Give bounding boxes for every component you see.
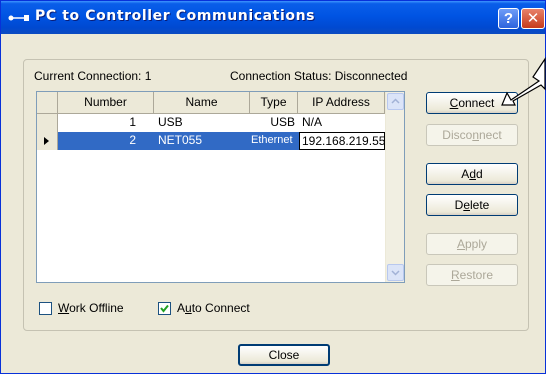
connections-table: Number Name Type IP Address 1 USB USB N/…: [36, 91, 405, 283]
help-button[interactable]: ?: [498, 8, 519, 29]
apply-button[interactable]: Apply: [426, 233, 518, 255]
title-bar[interactable]: PC to Controller Communications ? ✕: [1, 1, 545, 34]
cell-ip-address: N/A: [302, 115, 323, 129]
scroll-down-button[interactable]: [387, 264, 404, 281]
cell-number: 2: [129, 133, 136, 147]
column-header-type[interactable]: Type: [250, 92, 298, 114]
row-header-corner: [37, 92, 58, 114]
add-button[interactable]: Add: [426, 163, 518, 185]
auto-connect-label[interactable]: Auto Connect: [177, 301, 250, 315]
connection-icon: [8, 15, 29, 21]
cell-ip-address-editor[interactable]: 192.168.219.55: [299, 132, 385, 150]
current-connection-value: 1: [144, 69, 152, 83]
help-icon: ?: [503, 10, 514, 27]
scroll-up-button[interactable]: [387, 93, 404, 110]
work-offline-checkbox[interactable]: [39, 302, 52, 315]
cell-number: 1: [129, 115, 136, 129]
column-header-number[interactable]: Number: [58, 92, 154, 114]
work-offline-label[interactable]: Work Offline: [58, 301, 124, 315]
window-title: PC to Controller Communications: [35, 8, 316, 24]
restore-button[interactable]: Restore: [426, 264, 518, 286]
column-header-name[interactable]: Name: [154, 92, 250, 114]
auto-connect-checkbox[interactable]: [158, 302, 171, 315]
cell-type: USB: [270, 115, 295, 129]
pointer-arrow-icon: [501, 57, 546, 106]
cell-name: NET055: [158, 133, 203, 147]
close-icon: ✕: [526, 9, 540, 27]
row-indicator[interactable]: [37, 132, 58, 150]
connection-status-value: Disconnected: [334, 69, 408, 83]
cell-name: USB: [158, 115, 183, 129]
close-button[interactable]: Close: [238, 344, 330, 366]
disconnect-button[interactable]: Disconnect: [426, 124, 518, 146]
cell-type: Ethernet: [251, 134, 293, 146]
current-connection-label: Current Connection: 1: [34, 69, 152, 83]
current-row-arrow-icon: [44, 137, 49, 145]
row-indicator[interactable]: [37, 114, 58, 132]
connection-status-label: Connection Status: Disconnected: [230, 69, 408, 83]
column-header-ip-address[interactable]: IP Address: [298, 92, 385, 114]
chevron-down-icon: [391, 270, 400, 276]
delete-button[interactable]: Delete: [426, 194, 518, 216]
chevron-up-icon: [391, 98, 400, 104]
checkmark-icon: [160, 304, 169, 313]
dialog-window: PC to Controller Communications ? ✕ Curr…: [0, 0, 546, 374]
table-scrollbar[interactable]: [385, 92, 404, 282]
close-window-button[interactable]: ✕: [521, 8, 545, 29]
